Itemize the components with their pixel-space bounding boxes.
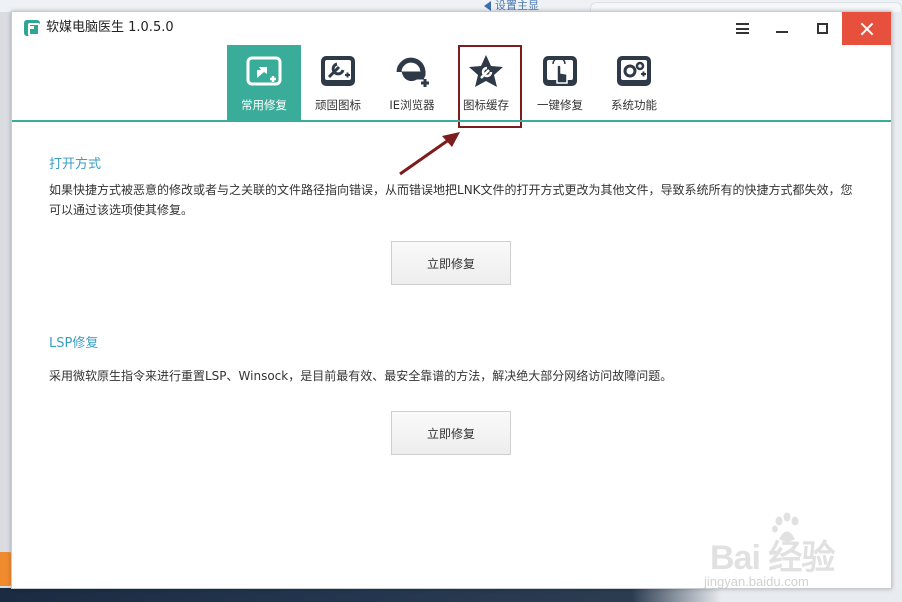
hamburger-menu-icon <box>735 23 749 34</box>
annotation-arrow-icon <box>399 132 460 176</box>
desktop-right-area <box>892 12 902 602</box>
close-icon <box>860 22 874 36</box>
section-title-open-method: 打开方式 <box>49 157 102 172</box>
highlight-box-annotation <box>458 45 522 128</box>
minimize-button[interactable] <box>762 12 802 45</box>
tab-label: 系统功能 <box>611 98 657 112</box>
tab-ie-browser[interactable]: IE浏览器 <box>375 45 449 120</box>
menu-button[interactable] <box>722 12 762 45</box>
title-bar: 软媒电脑医生 1.0.5.0 <box>12 12 891 45</box>
repair-now-button-open-method[interactable]: 立即修复 <box>391 241 511 285</box>
ie-browser-icon <box>396 57 429 87</box>
tab-stubborn-icons[interactable]: 顽固图标 <box>301 45 375 120</box>
section-description: 采用微软原生指令来进行重置LSP、Winsock，是目前最有效、最安全靠谱的方法… <box>49 369 673 383</box>
maximize-icon <box>816 23 828 34</box>
repair-now-button-lsp[interactable]: 立即修复 <box>391 411 511 455</box>
tab-label: 一键修复 <box>537 98 583 112</box>
common-repair-icon <box>246 56 282 86</box>
tab-one-click-repair[interactable]: 一键修复 <box>523 45 597 120</box>
system-function-icon <box>617 56 651 86</box>
stubborn-icon-icon <box>321 56 355 86</box>
window-title: 软媒电脑医生 1.0.5.0 <box>46 20 174 35</box>
section-title-lsp-repair: LSP修复 <box>49 336 99 351</box>
tab-system-functions[interactable]: 系统功能 <box>597 45 671 120</box>
watermark-url: jingyan.baidu.com <box>704 574 809 589</box>
watermark-text: Bai 经验 <box>710 539 835 577</box>
tab-label: 顽固图标 <box>315 98 361 112</box>
tab-common-repair[interactable]: 常用修复 <box>227 45 301 120</box>
tab-label: IE浏览器 <box>389 98 435 112</box>
app-logo-icon <box>24 20 40 36</box>
main-toolbar: 常用修复 顽固图标 IE浏览器 图标缓存 一键修复 系统功能 <box>12 45 891 120</box>
minimize-icon <box>776 30 788 33</box>
one-click-repair-icon <box>543 56 577 86</box>
app-window: 软媒电脑医生 1.0.5.0 常用修复 顽固图标 IE浏览器 图标缓存 一键修复… <box>11 11 892 589</box>
triangle-left-icon <box>484 1 491 11</box>
tab-label: 常用修复 <box>241 98 287 112</box>
section-description: 如果快捷方式被恶意的修改或者与之关联的文件路径指向错误，从而错误地把LNK文件的… <box>49 183 853 217</box>
baidu-watermark: Bai 经验 jingyan.baidu.com <box>702 512 872 594</box>
close-button[interactable] <box>842 12 891 45</box>
maximize-button[interactable] <box>802 12 842 45</box>
toolbar-divider <box>12 120 891 122</box>
